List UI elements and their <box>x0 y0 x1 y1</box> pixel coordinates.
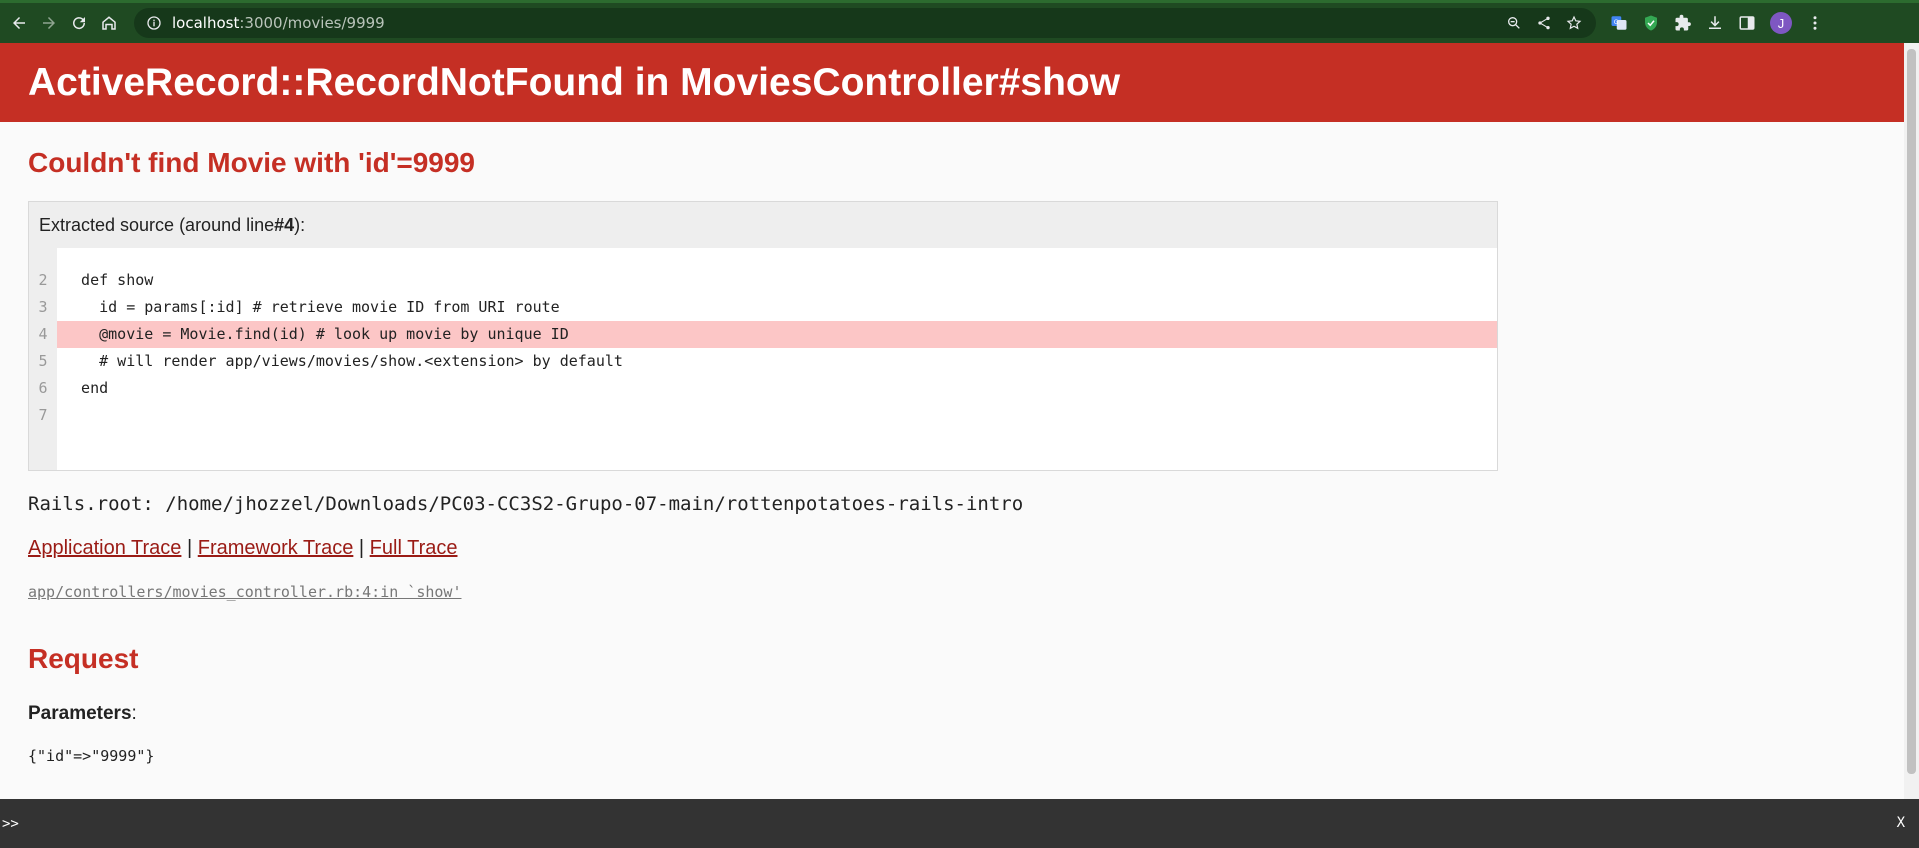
parameters-label-colon: : <box>131 703 137 724</box>
zoom-icon[interactable] <box>1506 15 1522 31</box>
application-trace-link[interactable]: Application Trace <box>28 537 181 559</box>
extracted-source-title: Extracted source (around line #4): <box>29 202 1497 248</box>
forward-button[interactable] <box>38 12 60 34</box>
trace-links: Application Trace | Framework Trace | Fu… <box>28 537 1904 560</box>
code-line-highlighted: @movie = Movie.find(id) # look up movie … <box>57 321 1497 348</box>
back-icon <box>13 17 25 29</box>
line-numbers: 2 3 4 5 6 7 <box>29 248 57 470</box>
error-title: ActiveRecord::RecordNotFound in MoviesCo… <box>28 60 1121 104</box>
side-panel-icon[interactable] <box>1738 14 1756 32</box>
line-number: 2 <box>38 271 48 289</box>
forward-icon <box>43 17 55 29</box>
trace-separator: | <box>186 537 193 559</box>
line-number: 4 <box>38 325 48 343</box>
trace-frame-link[interactable]: app/controllers/movies_controller.rb:4:i… <box>28 583 1904 601</box>
full-trace-link[interactable]: Full Trace <box>370 537 458 559</box>
code-line: # will render app/views/movies/show.<ext… <box>63 352 623 370</box>
menu-kebab-icon[interactable] <box>1806 14 1824 32</box>
shield-extension-icon[interactable] <box>1642 14 1660 32</box>
reload-button[interactable] <box>68 12 90 34</box>
web-console[interactable]: >> X <box>0 799 1919 848</box>
code-lines: def show id = params[:id] # retrieve mov… <box>57 248 1497 470</box>
bookmark-star-icon[interactable] <box>1566 15 1582 31</box>
svg-text:G: G <box>1614 19 1619 26</box>
address-bar[interactable]: localhost:3000/movies/9999 <box>134 8 1596 38</box>
request-heading: Request <box>28 643 139 674</box>
source-title-prefix: Extracted source (around line <box>39 214 275 235</box>
url-path: :3000/movies/9999 <box>239 14 385 32</box>
source-title-suffix: ): <box>294 214 306 235</box>
console-prompt[interactable]: >> <box>2 816 19 832</box>
framework-trace-link[interactable]: Framework Trace <box>198 537 354 559</box>
error-message: Couldn't find Movie with 'id'=9999 <box>28 147 476 178</box>
page-scrollbar[interactable] <box>1904 43 1919 799</box>
home-icon <box>102 16 116 30</box>
line-number: 5 <box>38 352 48 370</box>
code-line: id = params[:id] # retrieve movie ID fro… <box>63 298 560 316</box>
url-text: localhost:3000/movies/9999 <box>172 14 385 32</box>
error-header: ActiveRecord::RecordNotFound in MoviesCo… <box>0 43 1904 122</box>
download-icon[interactable] <box>1706 14 1724 32</box>
translate-extension-icon[interactable]: G <box>1610 14 1628 32</box>
url-host: localhost <box>172 14 240 32</box>
share-icon[interactable] <box>1536 15 1552 31</box>
site-info-icon[interactable] <box>146 15 162 31</box>
code-line: def show <box>63 271 154 289</box>
browser-toolbar: localhost:3000/movies/9999 G J <box>0 0 1919 43</box>
scrollbar-thumb[interactable] <box>1907 49 1916 774</box>
parameters-value: {"id"=>"9999"} <box>28 747 155 765</box>
extracted-source: Extracted source (around line #4): 2 3 4… <box>28 201 1498 471</box>
source-code: 2 3 4 5 6 7 def show id = params[:id] # … <box>29 248 1497 470</box>
reload-icon <box>73 17 86 30</box>
puzzle-extensions-icon[interactable] <box>1674 14 1692 32</box>
profile-avatar[interactable]: J <box>1770 12 1792 34</box>
rails-root: Rails.root: /home/jhozzel/Downloads/PC03… <box>28 493 1024 515</box>
code-line: end <box>63 379 109 397</box>
trace-separator: | <box>358 537 365 559</box>
home-button[interactable] <box>98 12 120 34</box>
back-button[interactable] <box>8 12 30 34</box>
line-number: 7 <box>38 406 48 424</box>
line-number: 3 <box>38 298 48 316</box>
console-close-button[interactable]: X <box>1897 815 1905 831</box>
line-number: 6 <box>38 379 48 397</box>
source-title-line: #4 <box>274 214 295 235</box>
parameters-label: Parameters: <box>28 703 1904 725</box>
error-content: Couldn't find Movie with 'id'=9999 Extra… <box>28 122 1904 765</box>
parameters-label-text: Parameters <box>28 703 132 724</box>
